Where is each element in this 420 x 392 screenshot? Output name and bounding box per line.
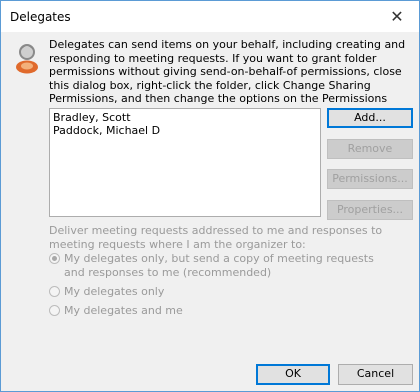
radio-option-delegates-only[interactable]: My delegates only: [49, 285, 164, 299]
radio-option-delegates-and-me[interactable]: My delegates and me: [49, 304, 183, 318]
cancel-button[interactable]: Cancel: [338, 364, 413, 385]
radio-label: My delegates only, but send a copy of me…: [64, 252, 374, 279]
radio-button[interactable]: [49, 305, 60, 316]
remove-button[interactable]: Remove: [327, 139, 413, 159]
properties-button[interactable]: Properties...: [327, 200, 413, 220]
title-bar: Delegates ✕: [1, 1, 419, 32]
add-button[interactable]: Add...: [327, 108, 413, 128]
list-item[interactable]: Paddock, Michael D: [50, 124, 320, 137]
radio-label: My delegates only: [64, 285, 165, 298]
permissions-button[interactable]: Permissions...: [327, 169, 413, 189]
radio-button[interactable]: [49, 253, 60, 264]
radio-label: My delegates and me: [64, 304, 183, 317]
delegates-description: Delegates can send items on your behalf,…: [49, 38, 406, 119]
delegates-list[interactable]: Bradley, Scott Paddock, Michael D: [49, 108, 321, 217]
list-item[interactable]: Bradley, Scott: [50, 111, 320, 124]
close-icon[interactable]: ✕: [375, 1, 419, 32]
ok-button[interactable]: OK: [256, 364, 330, 385]
dialog-body: Delegates can send items on your behalf,…: [1, 32, 419, 391]
delegates-dialog: Delegates ✕ Delegates can send items on …: [0, 0, 420, 392]
radio-button[interactable]: [49, 286, 60, 297]
deliver-label: Deliver meeting requests addressed to me…: [49, 224, 383, 251]
user-icon: [16, 44, 38, 74]
dialog-title: Delegates: [10, 10, 71, 24]
radio-option-delegates-with-copy[interactable]: My delegates only, but send a copy of me…: [49, 252, 384, 279]
